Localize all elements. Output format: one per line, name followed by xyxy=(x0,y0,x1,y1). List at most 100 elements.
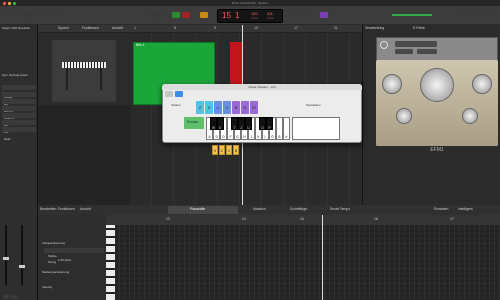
output-fader-track xyxy=(21,225,23,285)
black-key[interactable]: E xyxy=(217,117,224,130)
library-icon[interactable] xyxy=(4,12,12,18)
rewind-icon[interactable] xyxy=(142,12,150,18)
velocity-key[interactable]: V xyxy=(226,145,232,155)
help-icon[interactable] xyxy=(14,12,22,18)
quantize-menu[interactable]: 1/16-Note xyxy=(44,248,104,262)
toolbar-icon[interactable] xyxy=(24,12,32,18)
sustain-key[interactable]: Sustain xyxy=(184,117,204,129)
octave-label: Oktave xyxy=(171,103,181,107)
solo-button[interactable] xyxy=(11,295,17,299)
keyboard-view-button[interactable] xyxy=(165,91,173,97)
black-key[interactable]: T xyxy=(231,117,238,130)
stop-icon[interactable] xyxy=(162,12,170,18)
white-key[interactable]: Ä xyxy=(276,117,283,140)
play-icon[interactable] xyxy=(172,12,180,18)
zoom-icon[interactable] xyxy=(13,1,16,5)
piano-keys[interactable] xyxy=(106,225,115,300)
minimize-icon[interactable] xyxy=(8,1,11,5)
black-key[interactable]: Z xyxy=(238,117,245,130)
piano-roll-grid[interactable] xyxy=(115,225,500,300)
editor-playhead[interactable] xyxy=(322,215,323,300)
octave-key[interactable]: B xyxy=(232,101,240,114)
octave-key[interactable]: N xyxy=(241,101,249,114)
list-editors-icon[interactable] xyxy=(454,12,462,18)
close-icon[interactable] xyxy=(3,1,6,5)
notepad-icon[interactable] xyxy=(466,12,474,18)
position-display: 15 xyxy=(222,11,231,20)
typing-view-button[interactable] xyxy=(175,91,183,97)
keyboard-image xyxy=(52,40,116,102)
velocity-key[interactable]: C xyxy=(219,145,225,155)
modulator-knob[interactable] xyxy=(382,74,402,94)
master-volume-slider[interactable] xyxy=(392,14,432,16)
mute-button[interactable] xyxy=(3,295,9,299)
editor-menu-functions[interactable]: Funktionen xyxy=(58,207,75,211)
channel-fader-track xyxy=(5,225,7,285)
output-slot[interactable]: Out xyxy=(2,120,36,134)
count-in-icon[interactable] xyxy=(320,12,328,18)
octave-key[interactable]: V xyxy=(223,101,231,114)
editor-snap-value[interactable]: Intelligent xyxy=(458,207,473,211)
black-key[interactable]: O xyxy=(259,117,266,130)
fm-knob[interactable] xyxy=(396,108,412,124)
midi-fx-slot[interactable]: MIDI FX xyxy=(2,99,36,113)
output-fader[interactable] xyxy=(19,265,25,268)
octave-key[interactable]: X xyxy=(205,101,213,114)
power-icon[interactable] xyxy=(380,41,388,49)
tab-pianoroll[interactable]: Pianorolle xyxy=(168,206,238,214)
tab-step[interactable]: Schrittfolge xyxy=(290,207,307,211)
editor-inspector: Zeitquantisierung 1/16-Note Stärke Swing… xyxy=(38,215,106,300)
loop-browser-icon[interactable] xyxy=(478,12,486,18)
editor-menu-view[interactable]: Ansicht xyxy=(80,207,91,211)
editors-icon[interactable] xyxy=(54,12,62,18)
octave-key[interactable]: Z xyxy=(196,101,204,114)
panel-header-left: Verarbeitung xyxy=(365,26,385,30)
musical-typing-titlebar[interactable]: Musik-Tastatur - Voll xyxy=(162,84,362,90)
efm1-synth-panel xyxy=(376,60,498,146)
menu-tracks[interactable]: Spuren xyxy=(58,26,69,30)
editor-menu-edit[interactable]: Bearbeiten xyxy=(40,207,56,211)
tracks-header: Spuren Funktionen Ansicht xyxy=(38,25,130,33)
mixer-icon[interactable] xyxy=(44,12,52,18)
editor-snap-label: Einrasten xyxy=(434,207,449,211)
audio-fx-slot[interactable]: Audio FX xyxy=(2,106,36,120)
lcd-display[interactable]: 15 1 120 Keep 4/4 Cdur xyxy=(217,9,283,23)
send-slot[interactable]: Bnc xyxy=(2,113,36,127)
smart-controls-icon[interactable] xyxy=(34,12,42,18)
black-key[interactable]: P xyxy=(266,117,273,130)
menu-view[interactable]: Ansicht xyxy=(112,26,123,30)
cycle-icon[interactable] xyxy=(200,12,208,18)
harmonic-knob[interactable] xyxy=(420,68,454,102)
metronome-icon[interactable] xyxy=(330,12,338,18)
black-key[interactable]: U xyxy=(245,117,252,130)
velocity-key[interactable]: B xyxy=(233,145,239,155)
editor-ruler[interactable]: 13 14 15 16 17 xyxy=(106,215,500,225)
volume-knob[interactable] xyxy=(462,108,478,124)
channel-fader[interactable] xyxy=(3,257,9,260)
setting-slot[interactable]: Setting xyxy=(2,85,36,99)
tab-smart-tempo[interactable]: Smart Tempo xyxy=(330,207,350,211)
record-icon[interactable] xyxy=(182,12,190,18)
tuner-icon[interactable] xyxy=(290,12,298,18)
tab-score[interactable]: Notation xyxy=(253,207,266,211)
compare-button[interactable]: Vergleich xyxy=(395,49,413,63)
white-key[interactable]: # xyxy=(283,117,290,140)
upper-keys[interactable] xyxy=(292,117,340,140)
menu-functions[interactable]: Funktionen xyxy=(82,26,99,30)
snap-menu[interactable]: Intelligent xyxy=(417,49,437,63)
preset-menu[interactable]: Lehmann xyxy=(395,41,437,55)
octave-key[interactable]: C xyxy=(214,101,222,114)
velocity-key[interactable]: X xyxy=(212,145,218,155)
arrange-ruler[interactable]: 1 5 9 13 17 21 xyxy=(130,25,362,33)
velocity-label: Velocity xyxy=(194,146,205,150)
carrier-knob[interactable] xyxy=(472,74,492,94)
forward-icon[interactable] xyxy=(152,12,160,18)
black-key[interactable]: W xyxy=(210,117,217,130)
eq-slot[interactable]: EQ xyxy=(2,92,36,106)
solo-icon[interactable] xyxy=(300,12,308,18)
automation-slot[interactable]: Read xyxy=(2,127,36,141)
keyboard-stand xyxy=(66,68,102,90)
octave-key[interactable]: M xyxy=(250,101,258,114)
plugin-name: EFM1 xyxy=(376,146,498,155)
browser-icon[interactable] xyxy=(490,12,497,18)
